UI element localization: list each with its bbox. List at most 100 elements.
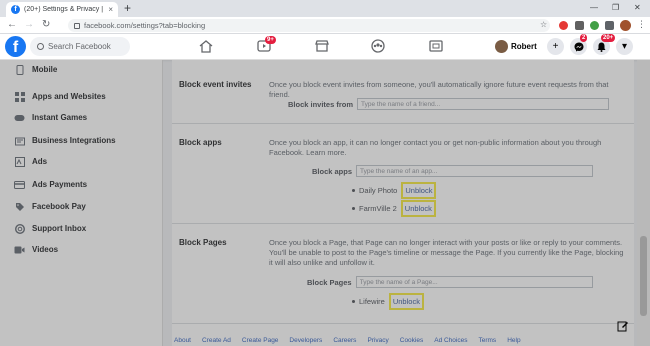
bell-icon — [597, 42, 606, 52]
extensions-puzzle-icon[interactable] — [605, 21, 614, 30]
window-close-button[interactable]: ✕ — [634, 3, 641, 12]
extension-icon[interactable] — [575, 21, 584, 30]
unblock-daily-photo-button[interactable]: Unblock — [401, 182, 437, 199]
block-apps-section: Block apps Once you block an app, it can… — [172, 124, 634, 224]
account-menu-button[interactable]: ▾ — [616, 38, 633, 55]
blocked-app-name: FarmVille 2 — [359, 204, 397, 213]
unblock-farmville-2-button[interactable]: Unblock — [400, 200, 436, 217]
browser-tab-strip: f (20+) Settings & Privacy | Faceb × + —… — [0, 0, 650, 17]
reload-icon[interactable]: ↻ — [42, 19, 50, 31]
footer-links: About Create Ad Create Page Developers C… — [172, 334, 634, 346]
support-lifebuoy-icon — [14, 223, 25, 234]
tab-title: (20+) Settings & Privacy | Faceb — [24, 6, 104, 13]
footer-link-privacy[interactable]: Privacy — [367, 337, 388, 344]
search-box[interactable] — [30, 37, 130, 56]
scrollbar-thumb[interactable] — [640, 236, 647, 316]
sidebar-item-label: Support Inbox — [32, 224, 87, 233]
bullet-icon — [352, 207, 355, 210]
blocked-page-name: Lifewire — [359, 297, 385, 306]
url-bar[interactable]: facebook.com/settings?tab=blocking — [68, 19, 550, 32]
sidebar-item-videos[interactable]: Videos — [14, 244, 58, 255]
gaming-icon[interactable] — [428, 39, 444, 53]
messenger-icon — [574, 42, 583, 51]
game-controller-icon — [14, 112, 25, 123]
blocked-app-name: Daily Photo — [359, 186, 398, 195]
sidebar-item-label: Ads Payments — [32, 180, 88, 189]
facebook-top-bar: f 9+ Robert + 2 20+ ▾ — [0, 34, 650, 60]
mobile-icon — [14, 64, 25, 75]
minimize-button[interactable]: — — [590, 3, 598, 12]
groups-icon[interactable] — [370, 39, 386, 53]
field-label: Block apps — [312, 166, 353, 176]
avatar — [495, 40, 508, 53]
search-icon — [37, 43, 44, 50]
business-integrations-icon — [14, 135, 25, 146]
footer-link-ad-choices[interactable]: Ad Choices — [434, 337, 467, 344]
sidebar-item-business-integrations[interactable]: Business Integrations — [14, 135, 116, 146]
extension-icon[interactable] — [590, 21, 599, 30]
tab-close-icon[interactable]: × — [108, 5, 113, 14]
footer-link-careers[interactable]: Careers — [333, 337, 356, 344]
home-icon[interactable] — [198, 39, 214, 53]
bookmark-star-icon[interactable]: ☆ — [540, 20, 547, 29]
facebook-favicon-icon: f — [11, 5, 20, 14]
footer-link-terms[interactable]: Terms — [478, 337, 496, 344]
sidebar-item-mobile[interactable]: Mobile — [14, 64, 57, 75]
bullet-icon — [352, 189, 355, 192]
video-icon — [14, 244, 25, 255]
block-invites-input[interactable] — [357, 98, 610, 110]
sidebar-item-label: Mobile — [32, 65, 58, 74]
footer-link-cookies[interactable]: Cookies — [400, 337, 423, 344]
compose-message-icon[interactable] — [617, 320, 629, 332]
sidebar-item-label: Business Integrations — [32, 136, 116, 145]
forward-arrow-icon[interactable]: → — [24, 19, 34, 31]
ads-icon — [14, 156, 25, 167]
profile-chip[interactable]: Robert — [495, 38, 537, 55]
sidebar-item-label: Facebook Pay — [32, 202, 86, 211]
profile-avatar-icon[interactable] — [620, 20, 631, 31]
messenger-button[interactable]: 2 — [570, 34, 588, 55]
blocked-app-item: Daily Photo Unblock — [352, 182, 437, 199]
block-pages-input[interactable] — [355, 276, 593, 288]
sidebar-item-label: Ads — [32, 157, 48, 166]
marketplace-icon[interactable] — [314, 39, 330, 53]
sidebar-item-instant-games[interactable]: Instant Games — [14, 112, 87, 123]
footer-link-about[interactable]: About — [174, 337, 191, 344]
sidebar-item-ads[interactable]: Ads — [14, 156, 47, 167]
new-tab-button[interactable]: + — [124, 2, 131, 15]
watch-icon[interactable]: 9+ — [256, 36, 276, 53]
blocked-page-item: Lifewire Unblock — [352, 293, 424, 310]
section-description: Once you block event invites from someon… — [269, 80, 609, 99]
sidebar-item-ads-payments[interactable]: Ads Payments — [14, 179, 87, 190]
browser-menu-icon[interactable]: ⋮ — [637, 19, 646, 30]
search-input[interactable] — [48, 42, 128, 51]
user-name: Robert — [511, 42, 537, 51]
browser-tab[interactable]: f (20+) Settings & Privacy | Faceb × — [6, 2, 118, 17]
sidebar-item-label: Instant Games — [32, 113, 88, 122]
section-description: Once you block an app, it can no longer … — [269, 138, 602, 157]
sidebar-item-apps-and-websites[interactable]: Apps and Websites — [14, 91, 106, 102]
footer-link-create-ad[interactable]: Create Ad — [202, 337, 231, 344]
footer-link-create-page[interactable]: Create Page — [242, 337, 279, 344]
back-arrow-icon[interactable]: ← — [7, 19, 17, 31]
bullet-icon — [352, 300, 355, 303]
apps-grid-icon — [14, 91, 25, 102]
block-invites-row: Block invites from — [288, 98, 610, 110]
block-apps-row: Block apps — [312, 165, 594, 177]
notifications-badge: 20+ — [601, 34, 616, 42]
restore-button[interactable]: ❐ — [612, 3, 619, 12]
url-text: facebook.com/settings?tab=blocking — [84, 21, 206, 30]
extension-icon[interactable] — [559, 21, 568, 30]
sidebar-item-facebook-pay[interactable]: Facebook Pay — [14, 201, 86, 212]
block-apps-input[interactable] — [356, 165, 594, 177]
footer-link-help[interactable]: Help — [507, 337, 520, 344]
messenger-badge: 2 — [580, 34, 588, 42]
sidebar-item-label: Apps and Websites — [32, 92, 106, 101]
footer-link-developers[interactable]: Developers — [289, 337, 322, 344]
create-plus-button[interactable]: + — [547, 38, 564, 55]
unblock-lifewire-button[interactable]: Unblock — [388, 293, 424, 310]
facebook-logo-icon[interactable]: f — [5, 36, 26, 57]
section-title: Block apps — [179, 138, 222, 147]
notifications-button[interactable]: 20+ — [593, 34, 616, 55]
sidebar-item-support-inbox[interactable]: Support Inbox — [14, 223, 86, 234]
